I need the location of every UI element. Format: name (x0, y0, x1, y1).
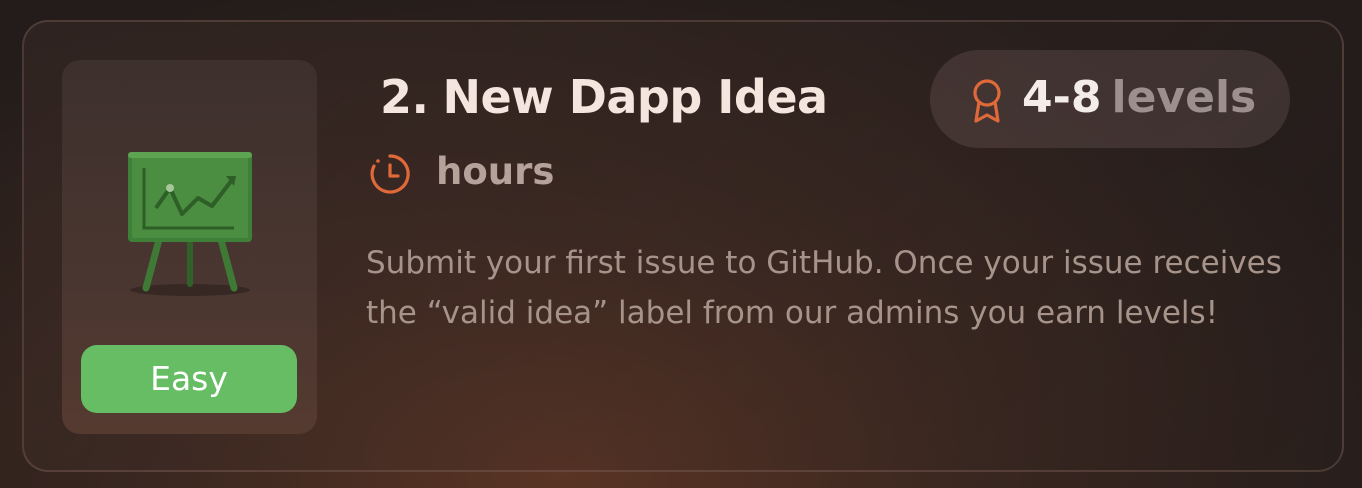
quest-duration: hours (436, 150, 555, 193)
quest-title: 2. New Dapp Idea (380, 70, 828, 124)
presentation-easel-icon (128, 152, 252, 296)
quest-title-text: New Dapp Idea (442, 70, 828, 124)
quest-index: 2. (380, 70, 429, 124)
reward-badge: 4-8 levels (930, 50, 1290, 148)
difficulty-badge[interactable]: Easy (81, 345, 297, 413)
reward-text: 4-8 levels (1022, 72, 1256, 123)
reward-unit: levels (1111, 72, 1257, 123)
reward-range: 4-8 (1022, 72, 1102, 123)
quest-thumbnail: Easy (62, 60, 317, 434)
quest-description: Submit your first issue to GitHub. Once … (366, 245, 1282, 331)
clock-icon (370, 154, 410, 194)
award-ribbon-icon (973, 79, 1001, 123)
